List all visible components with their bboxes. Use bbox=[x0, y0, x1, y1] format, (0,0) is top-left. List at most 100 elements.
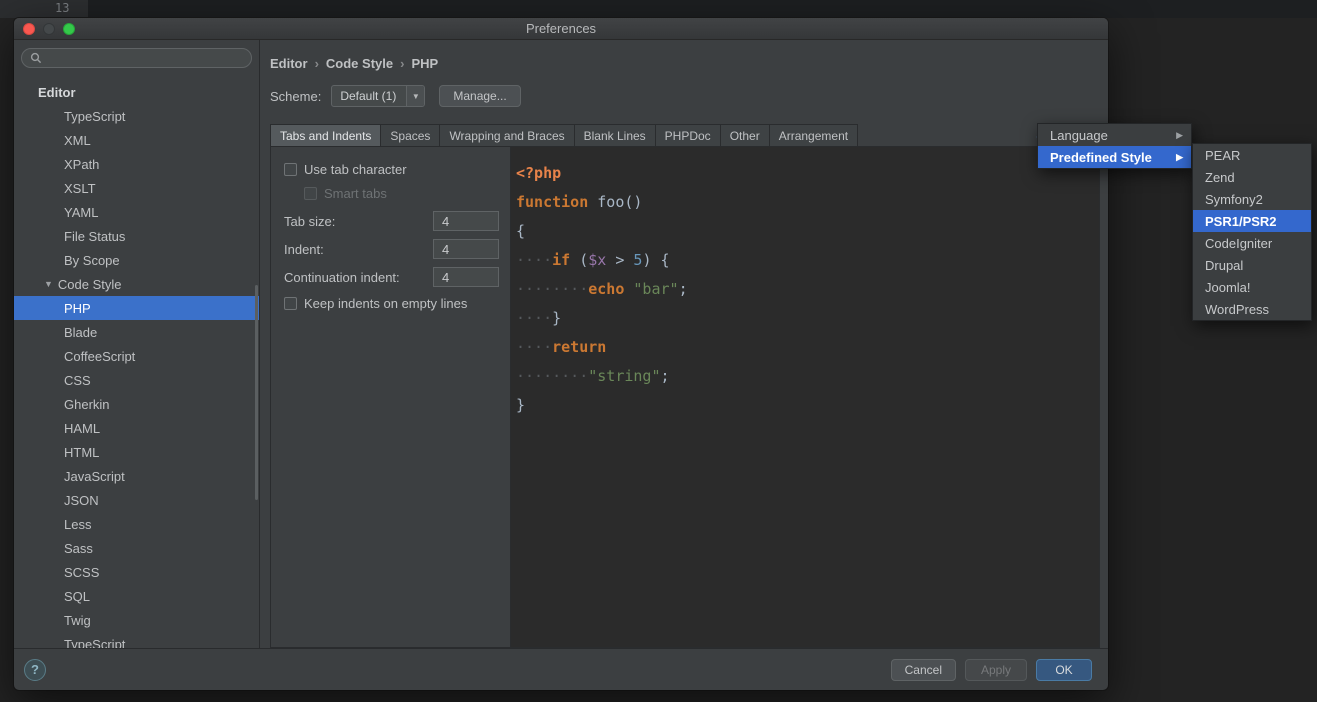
submenu-arrow-icon: ▶ bbox=[1176, 129, 1183, 140]
menu-item-predefined-style[interactable]: Predefined Style ▶ bbox=[1038, 146, 1191, 168]
sidebar-item-label: JavaScript bbox=[64, 468, 125, 484]
tab-size-row: Tab size: bbox=[284, 207, 499, 235]
sidebar-item-label: CoffeeScript bbox=[64, 348, 136, 364]
sidebar-scrollbar[interactable] bbox=[255, 285, 258, 500]
sidebar-item-label: YAML bbox=[64, 204, 99, 220]
submenu-item-wordpress[interactable]: WordPress bbox=[1193, 298, 1311, 320]
code-line: { bbox=[516, 222, 526, 240]
submenu-item-drupal[interactable]: Drupal bbox=[1193, 254, 1311, 276]
chevron-down-icon[interactable]: ▼ bbox=[406, 86, 425, 106]
indent-label: Indent: bbox=[284, 241, 324, 257]
tab-wrapping-and-braces[interactable]: Wrapping and Braces bbox=[439, 124, 575, 147]
scheme-value: Default (1) bbox=[340, 89, 397, 103]
sidebar-item-label: SCSS bbox=[64, 564, 100, 580]
sidebar-item-gherkin[interactable]: Gherkin bbox=[14, 392, 259, 416]
indent-row: Indent: bbox=[284, 235, 499, 263]
sidebar-item-php[interactable]: PHP bbox=[14, 296, 259, 320]
apply-button: Apply bbox=[965, 658, 1027, 681]
title-bar[interactable]: Preferences bbox=[14, 18, 1108, 40]
sidebar-item-javascript[interactable]: JavaScript bbox=[14, 464, 259, 488]
use-tab-character-checkbox[interactable] bbox=[284, 162, 297, 176]
sidebar-item-coffeescript[interactable]: CoffeeScript bbox=[14, 344, 259, 368]
use-tab-character-label: Use tab character bbox=[304, 161, 407, 177]
sidebar-item-html[interactable]: HTML bbox=[14, 440, 259, 464]
submenu-item-pear[interactable]: PEAR bbox=[1193, 144, 1311, 166]
submenu-item-joomla[interactable]: Joomla! bbox=[1193, 276, 1311, 298]
submenu-item-label: PEAR bbox=[1205, 147, 1241, 163]
indent-input[interactable] bbox=[433, 239, 499, 259]
tab-size-label: Tab size: bbox=[284, 213, 336, 229]
close-button[interactable] bbox=[23, 23, 35, 35]
sidebar-item-yaml[interactable]: YAML bbox=[14, 200, 259, 224]
sidebar-item-label: JSON bbox=[64, 492, 99, 508]
submenu-item-symfony2[interactable]: Symfony2 bbox=[1193, 188, 1311, 210]
submenu-item-label: Joomla! bbox=[1205, 279, 1251, 295]
submenu-item-psr1-psr2[interactable]: PSR1/PSR2 bbox=[1193, 210, 1311, 232]
scheme-select[interactable]: Default (1) ▼ bbox=[331, 85, 426, 107]
submenu-item-label: CodeIgniter bbox=[1205, 235, 1273, 251]
sidebar-item-scss[interactable]: SCSS bbox=[14, 560, 259, 584]
sidebar-item-xslt[interactable]: XSLT bbox=[14, 176, 259, 200]
sidebar-item-label: Sass bbox=[64, 540, 93, 556]
sidebar-item-file-status[interactable]: File Status bbox=[14, 224, 259, 248]
zoom-button[interactable] bbox=[63, 23, 75, 35]
sidebar-item-xpath[interactable]: XPath bbox=[14, 152, 259, 176]
help-button[interactable]: ? bbox=[24, 658, 46, 681]
sidebar-item-xml[interactable]: XML bbox=[14, 128, 259, 152]
sidebar-item-label: HTML bbox=[64, 444, 100, 460]
tab-arrangement[interactable]: Arrangement bbox=[768, 124, 859, 147]
ok-button[interactable]: OK bbox=[1036, 658, 1092, 681]
submenu-item-codeigniter[interactable]: CodeIgniter bbox=[1193, 232, 1311, 254]
code-preview: <?php function foo() {····if ($x > 5) {···… bbox=[511, 147, 1099, 647]
menu-item-language[interactable]: Language ▶ bbox=[1038, 124, 1191, 146]
sidebar-item-haml[interactable]: HAML bbox=[14, 416, 259, 440]
manage-button[interactable]: Manage... bbox=[439, 85, 521, 107]
sidebar-item-json[interactable]: JSON bbox=[14, 488, 259, 512]
tab-phpdoc[interactable]: PHPDoc bbox=[654, 124, 721, 147]
search-box[interactable] bbox=[21, 48, 252, 68]
breadcrumb-separator: › bbox=[314, 55, 319, 71]
continuation-indent-row: Continuation indent: bbox=[284, 263, 499, 291]
sidebar-item-label: XML bbox=[64, 132, 91, 148]
sidebar-item-twig[interactable]: Twig bbox=[14, 608, 259, 632]
code-line: <?php bbox=[516, 164, 562, 182]
sidebar-item-typescript[interactable]: TypeScript bbox=[14, 104, 259, 128]
minimize-button bbox=[43, 23, 55, 35]
submenu-item-zend[interactable]: Zend bbox=[1193, 166, 1311, 188]
code-line: ········"string"; bbox=[516, 367, 670, 385]
sidebar-item-label: File Status bbox=[64, 228, 126, 244]
keep-indents-label: Keep indents on empty lines bbox=[304, 295, 468, 311]
tree-expand-icon[interactable]: ▼ bbox=[44, 279, 53, 289]
sidebar-item-blade[interactable]: Blade bbox=[14, 320, 259, 344]
sidebar-item-label: CSS bbox=[64, 372, 91, 388]
continuation-indent-label: Continuation indent: bbox=[284, 269, 400, 285]
sidebar-item-label: Twig bbox=[64, 612, 91, 628]
sidebar-item-editor[interactable]: Editor bbox=[14, 80, 259, 104]
sidebar-item-less[interactable]: Less bbox=[14, 512, 259, 536]
menu-item-label: Language bbox=[1050, 127, 1108, 143]
cancel-button[interactable]: Cancel bbox=[890, 658, 956, 681]
window-controls bbox=[23, 23, 75, 35]
sidebar-item-css[interactable]: CSS bbox=[14, 368, 259, 392]
search-input[interactable] bbox=[47, 51, 243, 65]
sidebar-item-label: TypeScript bbox=[64, 108, 126, 124]
tab-size-input[interactable] bbox=[433, 211, 499, 231]
tab-other[interactable]: Other bbox=[719, 124, 770, 147]
sidebar-item-sql[interactable]: SQL bbox=[14, 584, 259, 608]
sidebar-item-typescript[interactable]: TypeScript bbox=[14, 632, 259, 649]
submenu-item-label: WordPress bbox=[1205, 301, 1270, 317]
sidebar-item-by-scope[interactable]: By Scope bbox=[14, 248, 259, 272]
keep-indents-checkbox[interactable] bbox=[284, 296, 297, 310]
use-tab-character-row[interactable]: Use tab character bbox=[284, 159, 499, 179]
code-line: function foo() bbox=[516, 193, 643, 211]
tab-spaces[interactable]: Spaces bbox=[380, 124, 441, 147]
sidebar-item-code-style[interactable]: ▼ Code Style bbox=[14, 272, 259, 296]
tab-strip: Tabs and Indents Spaces Wrapping and Brace… bbox=[270, 124, 1100, 147]
tab-blank-lines[interactable]: Blank Lines bbox=[573, 124, 656, 147]
sidebar-item-label: XPath bbox=[64, 156, 100, 172]
continuation-indent-input[interactable] bbox=[433, 267, 499, 287]
tab-tabs-and-indents[interactable]: Tabs and Indents bbox=[270, 124, 382, 147]
menu-item-label: Predefined Style bbox=[1050, 149, 1152, 165]
keep-indents-row[interactable]: Keep indents on empty lines bbox=[284, 293, 499, 313]
sidebar-item-sass[interactable]: Sass bbox=[14, 536, 259, 560]
